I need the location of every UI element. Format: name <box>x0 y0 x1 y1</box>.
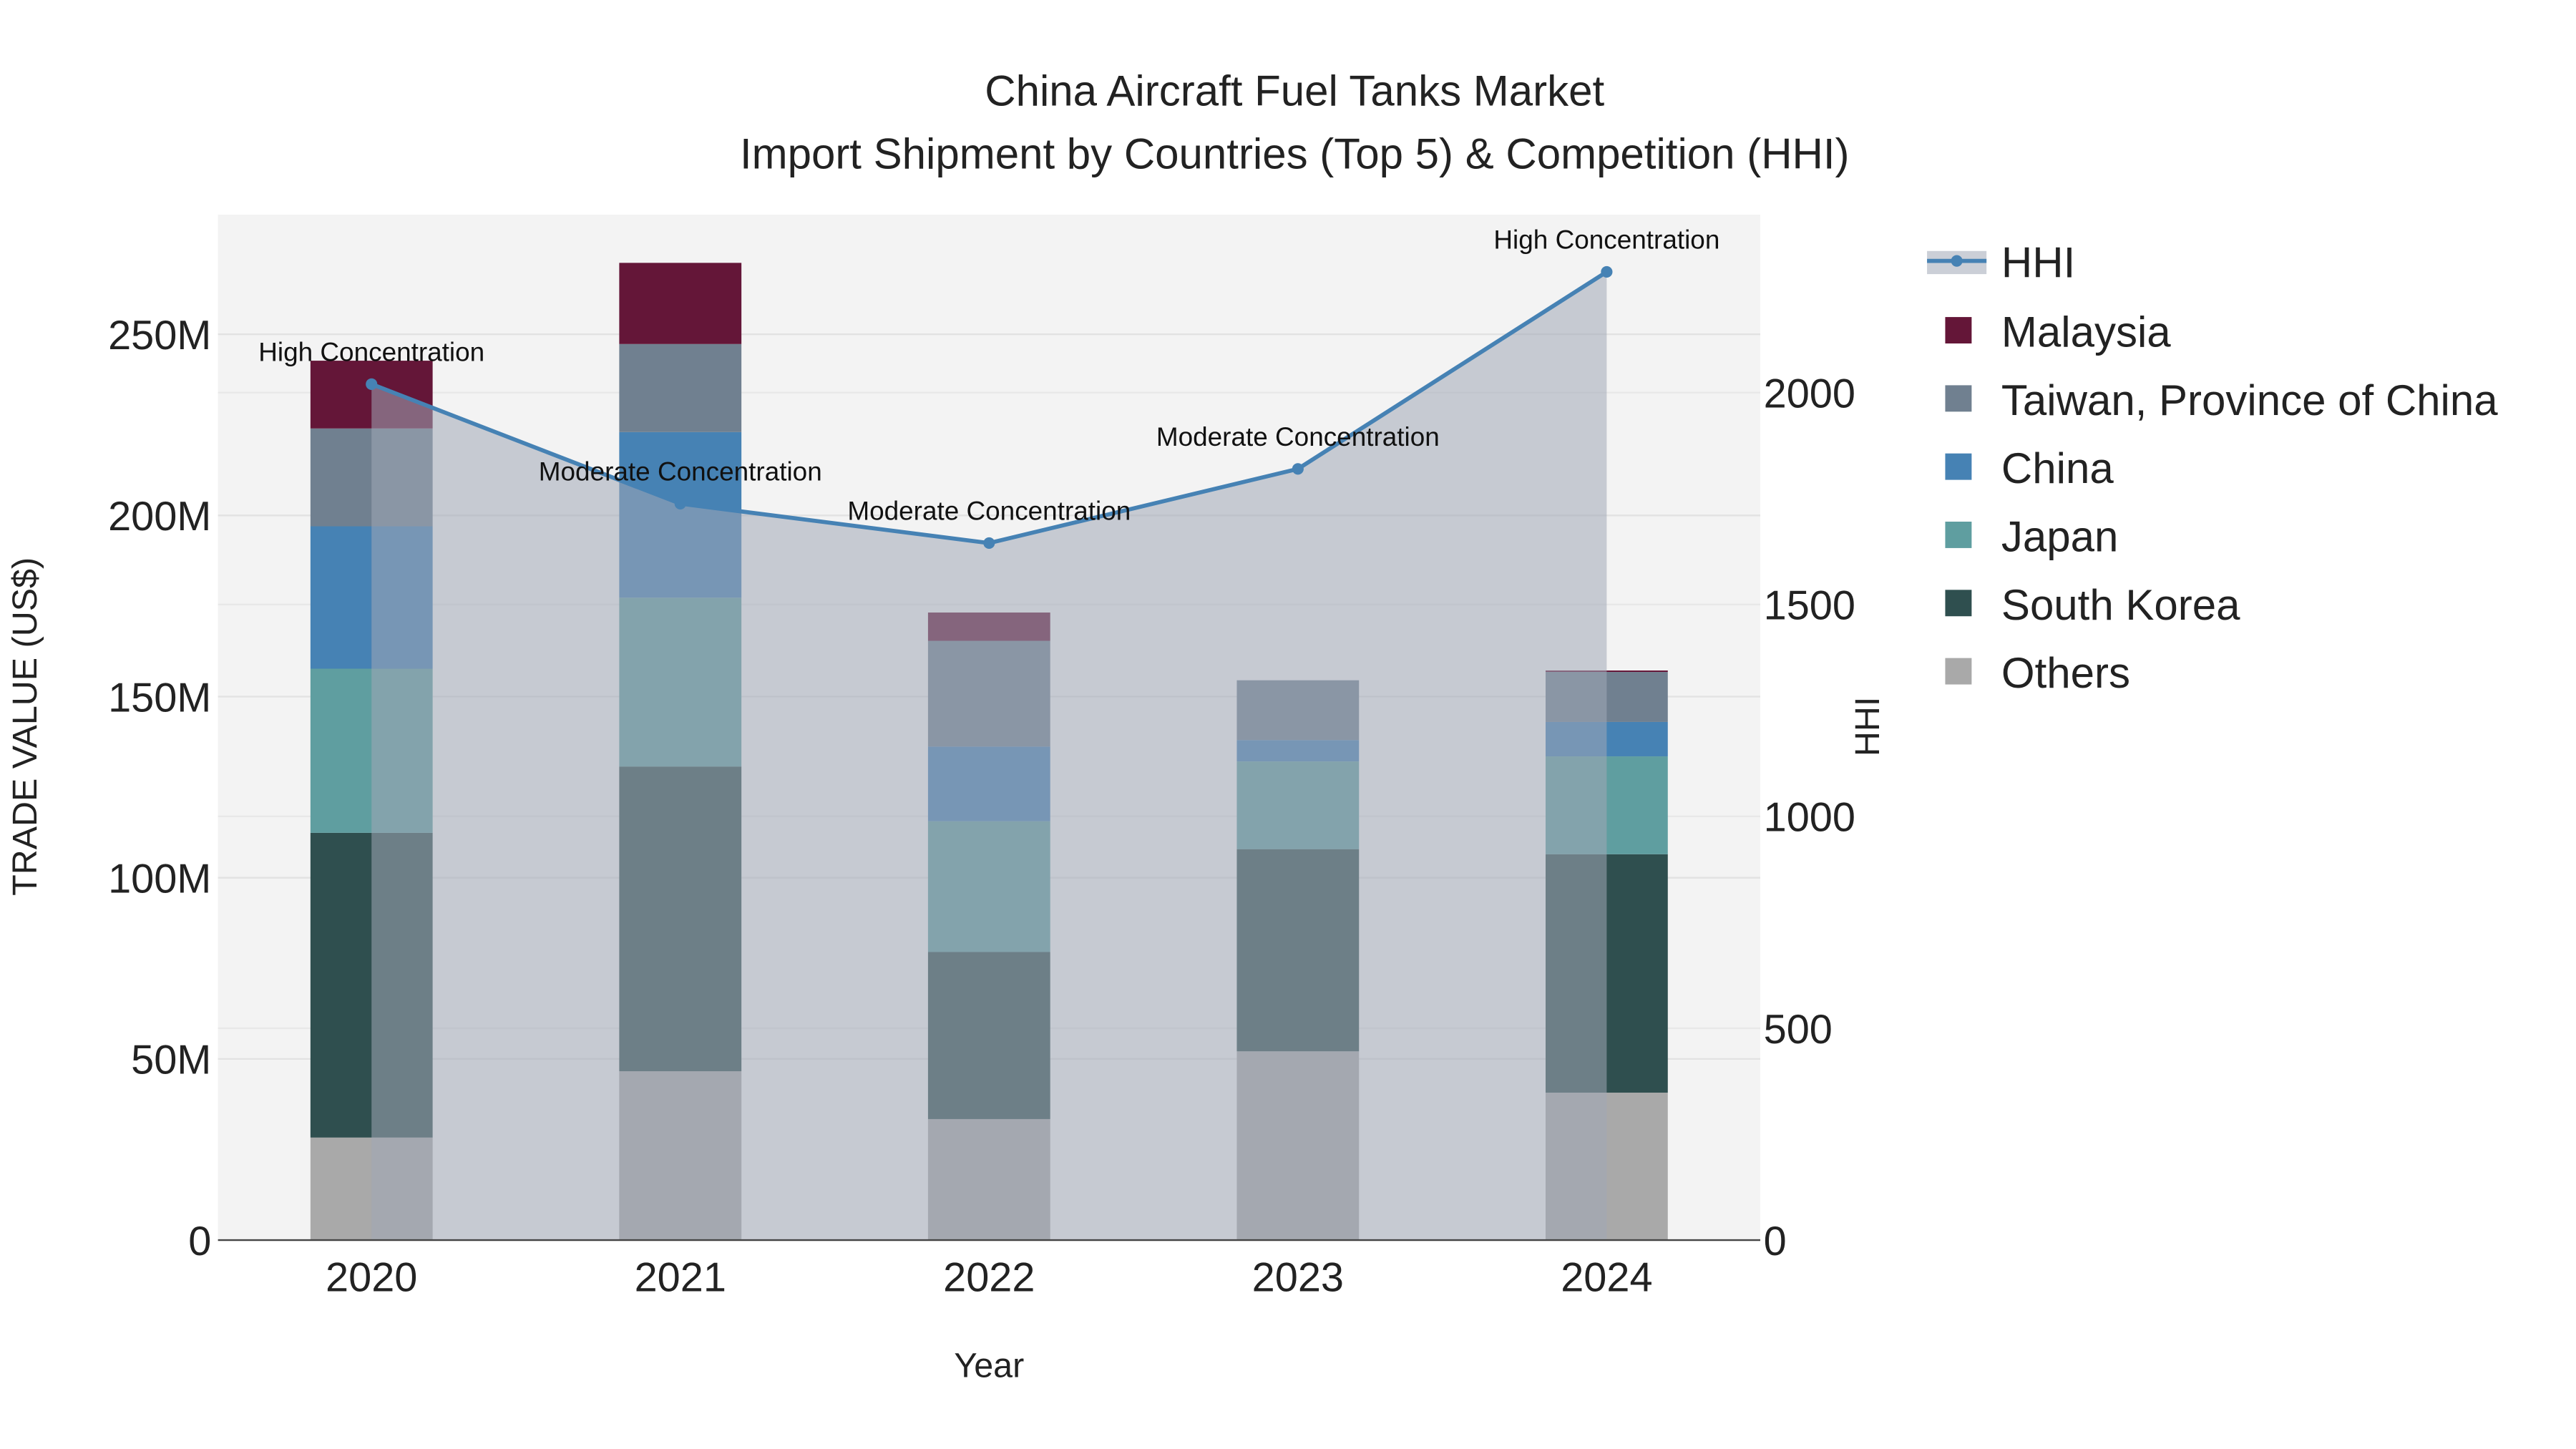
y-tick-label: 250M <box>108 313 211 358</box>
hhi-point-2022 <box>983 537 995 550</box>
y-tick-label: 50M <box>131 1038 211 1083</box>
legend-swatch <box>1945 385 1972 412</box>
hhi-point-2020 <box>366 378 378 390</box>
x-tick-label: 2022 <box>943 1255 1035 1301</box>
hhi-annotation: Moderate Concentration <box>1156 422 1440 452</box>
legend-swatch <box>1945 522 1972 548</box>
y2-tick-label: 500 <box>1764 1007 1833 1053</box>
y2-tick-label: 1500 <box>1764 583 1855 629</box>
chart: China Aircraft Fuel Tanks Market Import … <box>6 67 2498 1385</box>
y2-axis-label: HHI <box>1848 697 1887 756</box>
legend-item-malaysia[interactable]: Malaysia <box>2001 308 2171 356</box>
y-axis-label: TRADE VALUE (US$) <box>6 557 44 896</box>
legend-item-others[interactable]: Others <box>2001 649 2130 697</box>
hhi-annotation: Moderate Concentration <box>539 457 822 487</box>
hhi-point-2023 <box>1292 463 1304 475</box>
legend-swatch <box>1945 590 1972 617</box>
legend-item-japan[interactable]: Japan <box>2001 513 2118 561</box>
legend-swatch <box>1945 658 1972 685</box>
x-axis-label: Year <box>954 1347 1024 1385</box>
legend-item-hhi[interactable]: HHI <box>2001 239 2075 287</box>
legend-swatch <box>1945 453 1972 480</box>
y-tick-label: 150M <box>108 675 211 721</box>
y-tick-label: 200M <box>108 494 211 540</box>
hhi-annotation: High Concentration <box>1493 225 1719 255</box>
x-tick-label: 2023 <box>1252 1255 1344 1301</box>
hhi-annotation: Moderate Concentration <box>847 497 1131 526</box>
y2-tick-label: 2000 <box>1764 371 1855 416</box>
hhi-point-2021 <box>674 497 686 509</box>
legend-swatch <box>1945 317 1972 343</box>
x-tick-label: 2021 <box>635 1255 726 1301</box>
legend-item-taiwan-province-of-china[interactable]: Taiwan, Province of China <box>2001 376 2498 424</box>
x-tick-label: 2024 <box>1561 1255 1652 1301</box>
chart-title: China Aircraft Fuel Tanks Market <box>985 67 1604 115</box>
bar-malaysia-2021 <box>619 263 742 344</box>
chart-subtitle: Import Shipment by Countries (Top 5) & C… <box>740 130 1850 177</box>
hhi-point-2024 <box>1601 265 1613 278</box>
legend: HHI Malaysia Taiwan, Province of China Chin… <box>1927 239 2498 697</box>
y-tick-label: 0 <box>188 1219 211 1264</box>
y2-tick-label: 1000 <box>1764 795 1855 841</box>
y-tick-label: 100M <box>108 856 211 902</box>
y2-tick-label: 0 <box>1764 1219 1787 1264</box>
x-tick-label: 2020 <box>326 1255 417 1301</box>
hhi-annotation: High Concentration <box>258 338 484 367</box>
legend-item-china[interactable]: China <box>2001 444 2114 492</box>
legend-item-south-korea[interactable]: South Korea <box>2001 581 2240 629</box>
legend-hhi-marker-icon <box>1951 255 1963 267</box>
bar-taiwan-province-of-china-2021 <box>619 343 742 432</box>
